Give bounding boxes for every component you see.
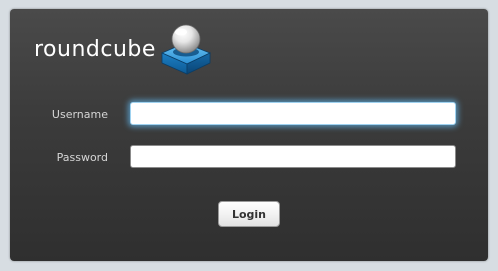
brand-logo: roundcube xyxy=(34,19,216,77)
roundcube-logo-icon xyxy=(160,24,211,75)
password-input[interactable] xyxy=(130,145,456,168)
username-input[interactable] xyxy=(130,102,456,125)
brand-name: roundcube xyxy=(34,36,156,62)
password-label: Password xyxy=(56,151,108,164)
login-button[interactable]: Login xyxy=(218,201,280,227)
login-panel: roundcube Username Password Login xyxy=(10,9,488,261)
username-label: Username xyxy=(51,108,108,121)
